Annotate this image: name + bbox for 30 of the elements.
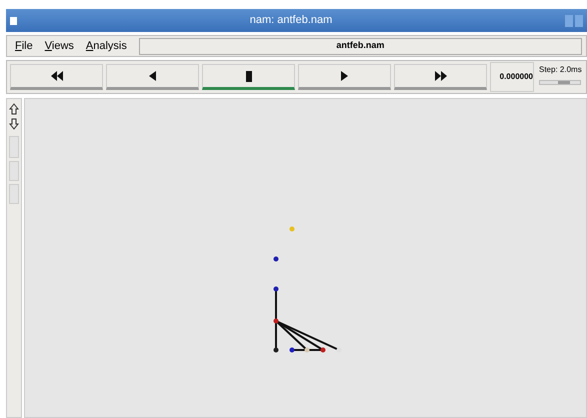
file-name-field[interactable]: antfeb.nam (138, 38, 582, 54)
window-menu-icon[interactable] (10, 16, 17, 24)
menu-item[interactable]: File (11, 38, 37, 54)
back-icon (149, 71, 156, 81)
link-lines (275, 289, 340, 351)
step-slider[interactable]: Step: 2.0ms (537, 62, 583, 92)
rewind-button[interactable] (10, 64, 103, 90)
network-node[interactable] (274, 318, 278, 324)
zoom-in-icon[interactable] (9, 103, 19, 115)
play-icon (341, 71, 348, 81)
step-label: Step: 2.0ms (539, 64, 581, 76)
network-node[interactable] (320, 348, 326, 352)
fast-forward-icon (434, 71, 446, 81)
network-node[interactable] (290, 226, 294, 232)
forward-button[interactable] (394, 64, 487, 90)
network-node[interactable] (274, 256, 278, 262)
network-node[interactable] (274, 348, 278, 352)
rewind-icon (50, 71, 62, 81)
menu-item[interactable]: Analysis (82, 38, 131, 54)
network-node[interactable] (336, 348, 342, 352)
network-node[interactable] (274, 286, 278, 292)
zoom-out-icon[interactable] (9, 118, 19, 130)
menu-item[interactable]: Views (40, 38, 78, 54)
time-display: 0.000000 (490, 62, 534, 92)
slider-thumb[interactable] (558, 81, 570, 84)
network-node[interactable] (304, 348, 310, 352)
window-title: nam: antfeb.nam (248, 13, 334, 28)
stop-button[interactable] (202, 64, 295, 90)
stop-icon (246, 70, 252, 82)
network-node[interactable] (290, 348, 294, 352)
